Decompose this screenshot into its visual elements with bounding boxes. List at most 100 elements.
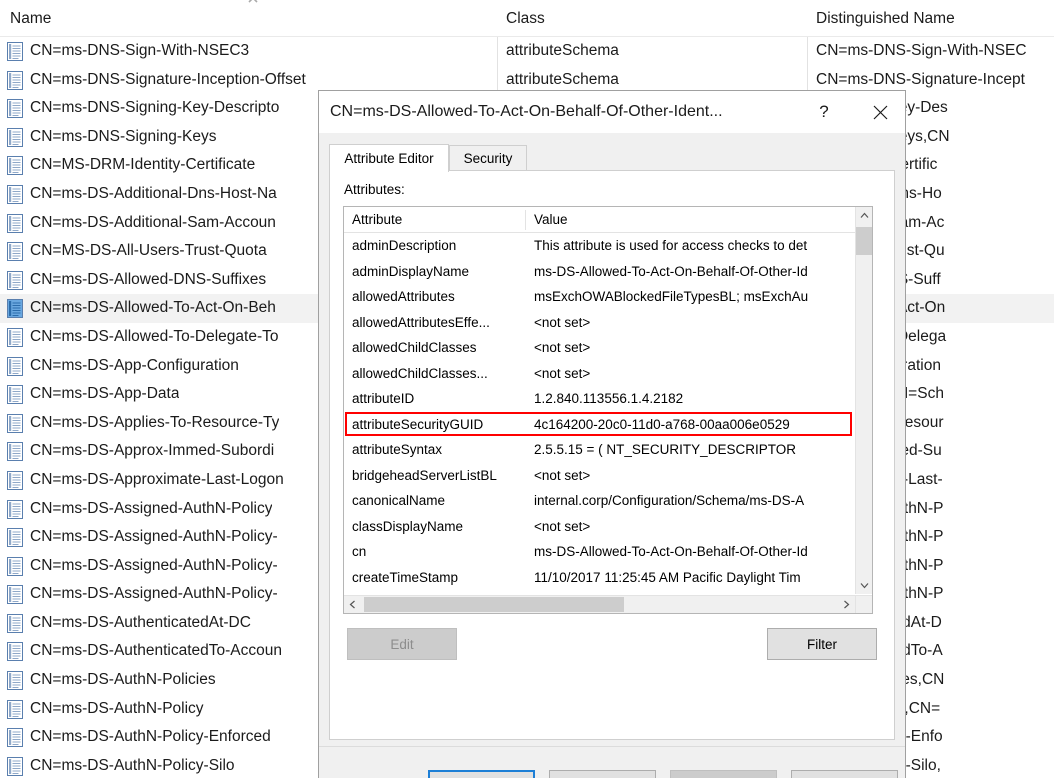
list-column-headers: Name Class Distinguished Name	[0, 0, 1054, 37]
attribute-row[interactable]: allowedAttributes msExchOWABlockedFileTyp…	[344, 284, 855, 310]
row-name: CN=ms-DS-Applies-To-Resource-Ty	[30, 413, 280, 431]
attribute-row[interactable]: allowedChildClasses <not set>	[344, 335, 855, 361]
schema-object-icon	[6, 385, 24, 405]
schema-object-icon	[6, 499, 24, 519]
attribute-row[interactable]: allowedChildClasses... <not set>	[344, 361, 855, 387]
attribute-row[interactable]: classDisplayName <not set>	[344, 514, 855, 540]
schema-object-icon	[6, 356, 24, 376]
header-attribute[interactable]: Attribute	[352, 207, 402, 232]
attribute-name: allowedAttributesEffe...	[352, 314, 490, 330]
row-name: CN=ms-DNS-Signing-Key-Descripto	[30, 99, 280, 117]
attribute-row[interactable]: createTimeStamp 11/10/2017 11:25:45 AM Pa…	[344, 565, 855, 591]
attribute-row[interactable]: attributeID 1.2.840.113556.1.4.2182	[344, 386, 855, 412]
attribute-name: adminDisplayName	[352, 263, 470, 279]
schema-object-icon	[6, 327, 24, 347]
attributes-vertical-scrollbar[interactable]	[855, 207, 872, 594]
attribute-row[interactable]: adminDisplayName ms-DS-Allowed-To-Act-On-…	[344, 259, 855, 285]
help-button[interactable]: Help	[791, 770, 898, 778]
tab-attribute-editor[interactable]: Attribute Editor	[329, 144, 449, 172]
dialog-body: Attribute Editor Security Attributes: Att…	[319, 133, 905, 778]
column-header[interactable]: Distinguished Name	[816, 0, 1054, 37]
attribute-row[interactable]: allowedAttributesEffe... <not set>	[344, 310, 855, 336]
schema-object-icon-selected	[6, 299, 24, 319]
attribute-value: 11/10/2017 11:25:45 AM Pacific Daylight …	[534, 569, 801, 585]
ok-button[interactable]: OK	[428, 770, 535, 778]
schema-object-icon	[6, 413, 24, 433]
edit-button[interactable]: Edit	[347, 628, 457, 660]
chevron-left-icon[interactable]	[344, 596, 361, 613]
attribute-row[interactable]: canonicalName internal.corp/Configuration…	[344, 488, 855, 514]
attribute-value: <not set>	[534, 467, 591, 483]
attribute-name: createTimeStamp	[352, 569, 459, 585]
column-header[interactable]: Class	[506, 0, 807, 37]
screen: Name Class Distinguished Name CN=ms-DNS-Si…	[0, 0, 1054, 778]
schema-object-icon	[6, 642, 24, 662]
schema-object-icon	[6, 156, 24, 176]
attribute-name: allowedChildClasses	[352, 340, 477, 355]
row-name: CN=ms-DS-AuthN-Policies	[30, 671, 216, 689]
tab-security[interactable]: Security	[449, 145, 527, 171]
attribute-name: allowedChildClasses...	[352, 365, 488, 381]
row-name: CN=ms-DS-Assigned-AuthN-Policy-	[30, 585, 278, 603]
attribute-row[interactable]: attributeSecurityGUID 4c164200-20c0-11d0-…	[344, 412, 855, 438]
row-name: CN=ms-DNS-Signing-Keys	[30, 127, 217, 145]
attributes-listview-header: Attribute Value	[344, 207, 872, 233]
attribute-value: 4c164200-20c0-11d0-a768-00aa006e0529	[534, 416, 790, 432]
header-value[interactable]: Value	[534, 207, 568, 232]
row-name: CN=ms-DS-Assigned-AuthN-Policy-	[30, 528, 278, 546]
row-name: CN=ms-DS-App-Configuration	[30, 356, 239, 374]
attributes-rows: adminDescription This attribute is used f…	[344, 233, 855, 590]
schema-object-icon	[6, 213, 24, 233]
attributes-label: Attributes:	[344, 182, 405, 197]
attribute-row[interactable]: attributeSyntax 2.5.5.15 = ( NT_SECURITY_…	[344, 437, 855, 463]
attribute-value: This attribute is used for access checks…	[534, 238, 808, 253]
row-name: CN=ms-DS-AuthN-Policy-Enforced	[30, 728, 271, 746]
attribute-editor-dialog: CN=ms-DS-Allowed-To-Act-On-Behalf-Of-Oth…	[318, 90, 906, 778]
chevron-down-icon[interactable]	[856, 577, 872, 594]
attributes-listview[interactable]: Attribute Value adminDescription This att…	[343, 206, 873, 614]
schema-object-icon	[6, 556, 24, 576]
attribute-value: <not set>	[534, 314, 591, 330]
row-name: CN=ms-DS-Assigned-AuthN-Policy	[30, 499, 273, 517]
table-row[interactable]: CN=ms-DNS-Sign-With-NSEC3 attributeSchema…	[0, 37, 1054, 66]
row-name: CN=ms-DS-AuthN-Policy-Silo	[30, 756, 235, 774]
cancel-button[interactable]: Cancel	[549, 770, 656, 778]
attribute-row[interactable]: cn ms-DS-Allowed-To-Act-On-Behalf-Of-Othe…	[344, 539, 855, 565]
attribute-name: attributeID	[352, 391, 415, 406]
dialog-title: CN=ms-DS-Allowed-To-Act-On-Behalf-Of-Oth…	[330, 103, 723, 120]
dialog-titlebar[interactable]: CN=ms-DS-Allowed-To-Act-On-Behalf-Of-Oth…	[319, 91, 905, 133]
schema-object-icon	[6, 99, 24, 119]
attribute-row[interactable]: bridgeheadServerListBL <not set>	[344, 463, 855, 489]
schema-object-icon	[6, 528, 24, 548]
filter-button[interactable]: Filter	[767, 628, 877, 660]
schema-object-icon	[6, 671, 24, 691]
dialog-help-button[interactable]: ?	[802, 92, 846, 132]
attribute-editor-tabpanel: Attributes: Attribute Value adminDescrip…	[329, 170, 895, 740]
attribute-value: 2.5.5.15 = ( NT_SECURITY_DESCRIPTOR	[534, 442, 796, 457]
dialog-tabstrip: Attribute Editor Security	[329, 144, 895, 172]
scrollbar-corner	[855, 595, 872, 613]
close-icon[interactable]	[855, 92, 905, 132]
chevron-right-icon[interactable]	[838, 596, 855, 613]
attribute-value: <not set>	[534, 365, 591, 381]
schema-object-icon	[6, 699, 24, 719]
schema-object-icon	[6, 585, 24, 605]
vertical-scrollbar-thumb[interactable]	[856, 227, 872, 255]
chevron-up-icon[interactable]	[856, 207, 872, 224]
apply-button[interactable]: Apply	[670, 770, 777, 778]
attributes-horizontal-scrollbar[interactable]	[344, 595, 855, 613]
row-name: CN=ms-DS-Allowed-DNS-Suffixes	[30, 270, 267, 288]
attribute-value: ms-DS-Allowed-To-Act-On-Behalf-Of-Other-…	[534, 544, 808, 559]
header-divider[interactable]	[525, 210, 526, 230]
horizontal-scrollbar-thumb[interactable]	[364, 597, 624, 612]
schema-object-icon	[6, 70, 24, 90]
attribute-row[interactable]: adminDescription This attribute is used f…	[344, 233, 855, 259]
schema-object-icon	[6, 470, 24, 490]
row-name: CN=ms-DS-Additional-Sam-Accoun	[30, 213, 276, 231]
row-name: CN=ms-DS-Approximate-Last-Logon	[30, 470, 284, 488]
schema-object-icon	[6, 242, 24, 262]
column-header[interactable]: Name	[10, 0, 497, 37]
attribute-name: allowedAttributes	[352, 289, 455, 304]
row-name: CN=ms-DS-AuthN-Policy	[30, 699, 204, 717]
row-name: CN=ms-DS-AuthenticatedTo-Accoun	[30, 642, 282, 660]
